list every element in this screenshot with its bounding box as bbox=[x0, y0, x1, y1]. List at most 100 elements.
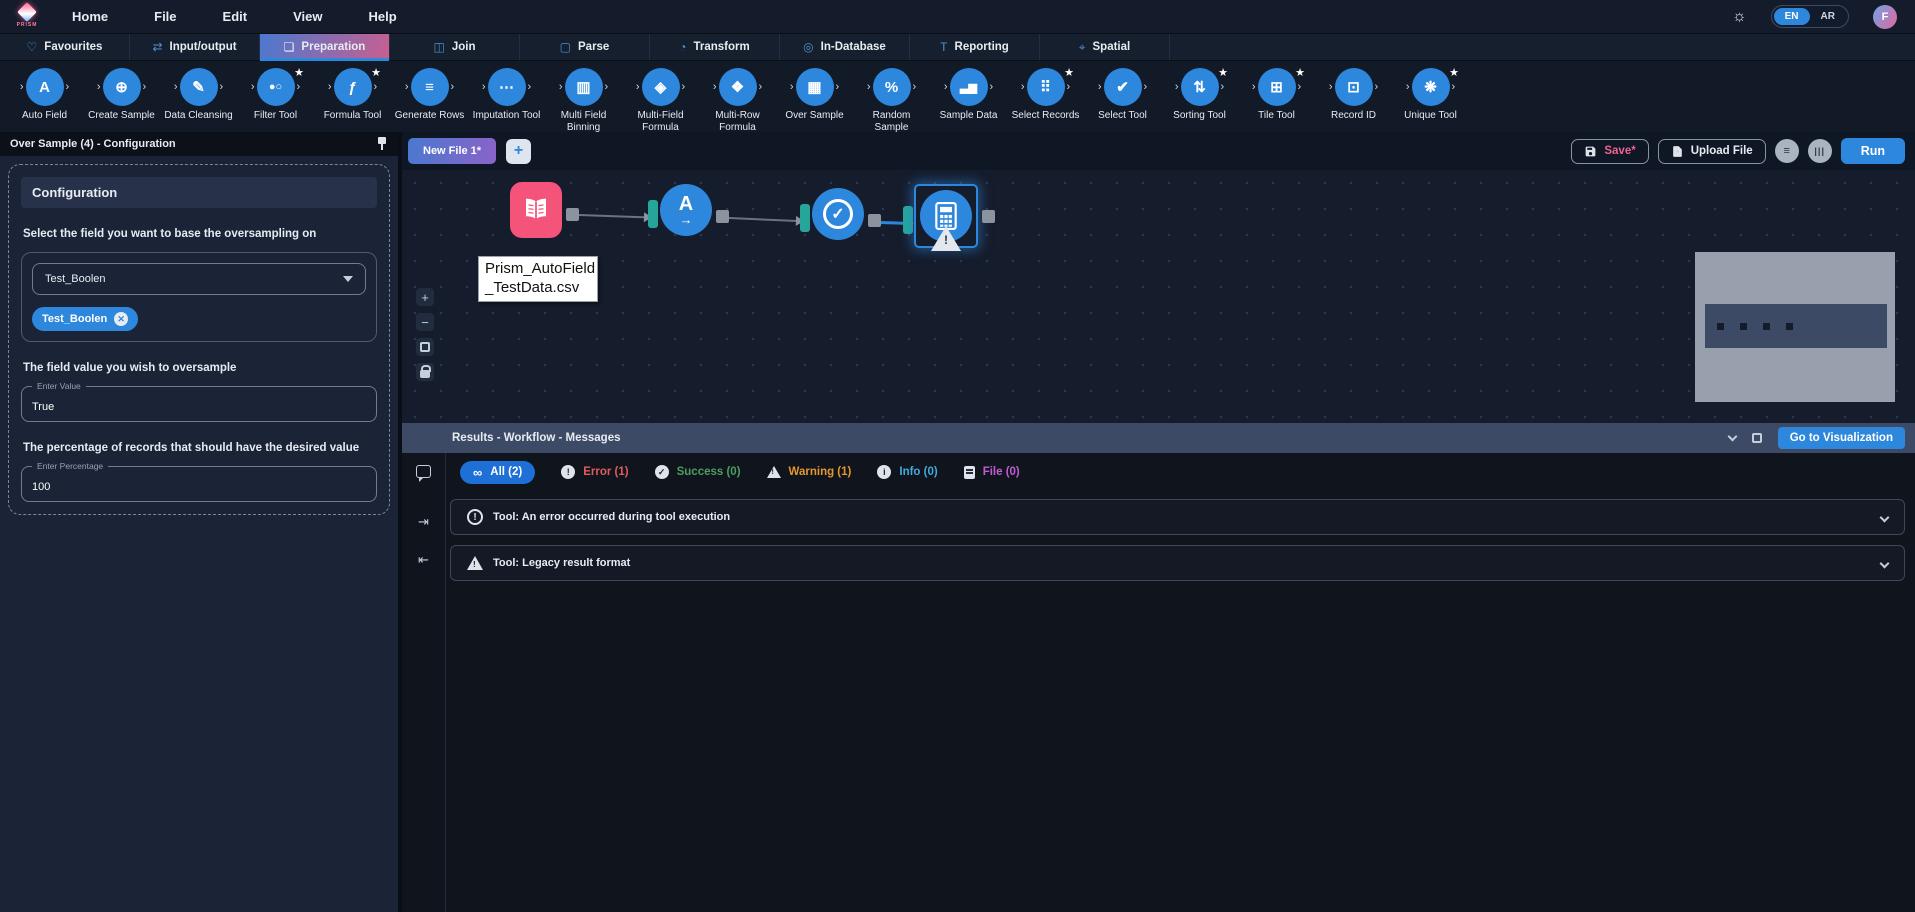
tool-tile-tool[interactable]: ›⊞›★Tile Tool bbox=[1238, 67, 1315, 122]
filter-info[interactable]: iInfo (0) bbox=[877, 465, 937, 479]
node-select-input-anchor[interactable] bbox=[800, 204, 810, 232]
align-vertical-button[interactable]: ||| bbox=[1808, 139, 1832, 163]
tool-auto-field[interactable]: ›A›Auto Field bbox=[6, 67, 83, 122]
connection-2[interactable] bbox=[729, 217, 797, 222]
fit-to-screen-button[interactable] bbox=[416, 338, 434, 356]
value-input-label: Enter Value bbox=[32, 381, 86, 391]
filter-file[interactable]: File (0) bbox=[964, 466, 1020, 479]
message-warning[interactable]: !Tool: Legacy result format bbox=[450, 545, 1905, 581]
canvas-minimap[interactable] bbox=[1695, 252, 1895, 402]
node-oversample-output-anchor[interactable] bbox=[982, 210, 995, 223]
zoom-out-button[interactable]: − bbox=[416, 313, 434, 331]
percentage-input[interactable]: Enter Percentage 100 bbox=[21, 466, 377, 502]
tool-sorting-tool[interactable]: ›⇅›★Sorting Tool bbox=[1161, 67, 1238, 122]
tool-create-sample[interactable]: ›⊕›Create Sample bbox=[83, 67, 160, 122]
favourite-star-icon: ★ bbox=[1064, 66, 1074, 79]
chevron-right-icon: › bbox=[605, 81, 609, 93]
menu-item-help[interactable]: Help bbox=[368, 9, 396, 24]
add-workflow-tab-button[interactable]: + bbox=[506, 139, 531, 164]
messages-bubble-icon[interactable] bbox=[416, 465, 431, 478]
tab-favourites[interactable]: ♡Favourites bbox=[0, 34, 130, 60]
node-oversample-input-anchor[interactable] bbox=[903, 206, 913, 234]
node-over-sample-selected[interactable]: ! bbox=[914, 184, 978, 248]
tab-reporting[interactable]: TReporting bbox=[910, 34, 1040, 60]
node-auto-field[interactable]: A → bbox=[660, 184, 712, 236]
workflow-tab[interactable]: New File 1* bbox=[408, 138, 496, 164]
tool-over-sample[interactable]: ›▦›Over Sample bbox=[776, 67, 853, 122]
tool-generate-rows[interactable]: ›≡›Generate Rows bbox=[391, 67, 468, 122]
tab-in-database[interactable]: ◎In-Database bbox=[780, 34, 910, 60]
language-toggle[interactable]: EN AR bbox=[1771, 5, 1849, 28]
menu-item-edit[interactable]: Edit bbox=[223, 9, 248, 24]
connection-1[interactable] bbox=[579, 214, 645, 218]
theme-toggle-icon[interactable]: ☼ bbox=[1732, 8, 1747, 26]
prism-logo-icon bbox=[17, 2, 37, 22]
tool-select-tool[interactable]: ›✔›Select Tool bbox=[1084, 67, 1161, 122]
filter-success[interactable]: ✓Success (0) bbox=[655, 465, 741, 479]
language-en[interactable]: EN bbox=[1774, 8, 1810, 25]
tool-sample-data[interactable]: ›▃▆›Sample Data bbox=[930, 67, 1007, 122]
tool-multi-field-binning[interactable]: ›▥›Multi Field Binning bbox=[545, 67, 622, 133]
create-sample-icon: ⊕ bbox=[103, 68, 141, 106]
zoom-in-button[interactable]: + bbox=[416, 288, 434, 306]
chevron-down-icon[interactable] bbox=[1880, 512, 1890, 522]
filter-all[interactable]: ∞All (2) bbox=[460, 461, 535, 484]
menu-item-file[interactable]: File bbox=[154, 9, 176, 24]
filter-error[interactable]: !Error (1) bbox=[561, 465, 628, 479]
tool-multi-row-formula[interactable]: ›❖›Multi-Row Formula bbox=[699, 67, 776, 133]
tab-preparation[interactable]: ❏Preparation bbox=[260, 34, 390, 60]
run-button[interactable]: Run bbox=[1841, 138, 1905, 164]
workflow-canvas[interactable]: + − Prism_AutoField _TestData.csv bbox=[402, 170, 1915, 423]
node-select-output-anchor[interactable] bbox=[868, 214, 881, 227]
menu-item-home[interactable]: Home bbox=[72, 9, 108, 24]
message-error[interactable]: !Tool: An error occurred during tool exe… bbox=[450, 499, 1905, 535]
chevron-down-icon[interactable] bbox=[1880, 558, 1890, 568]
language-ar[interactable]: AR bbox=[1810, 8, 1846, 25]
auto-field-icon: A bbox=[26, 68, 64, 106]
tool-data-cleansing[interactable]: ›✎›Data Cleansing bbox=[160, 67, 237, 122]
pin-icon[interactable] bbox=[376, 137, 388, 151]
value-input[interactable]: Enter Value True bbox=[21, 386, 377, 422]
tool-random-sample[interactable]: ›%›Random Sample bbox=[853, 67, 930, 133]
selected-field-chip[interactable]: Test_Boolen ✕ bbox=[32, 307, 138, 331]
align-horizontal-button[interactable]: ≡ bbox=[1775, 139, 1799, 163]
filter-warning[interactable]: !Warning (1) bbox=[767, 466, 852, 478]
results-panel-header[interactable]: Results - Workflow - Messages Go to Visu… bbox=[402, 423, 1915, 453]
tool-filter-tool[interactable]: ›●○›★Filter Tool bbox=[237, 67, 314, 122]
expand-results-icon[interactable] bbox=[1752, 433, 1762, 443]
tab-spatial[interactable]: ⌖Spatial bbox=[1040, 34, 1170, 60]
chip-remove-icon[interactable]: ✕ bbox=[114, 312, 128, 326]
results-header-controls: Go to Visualization bbox=[1729, 427, 1905, 449]
tool-formula-tool[interactable]: ›ƒ›★Formula Tool bbox=[314, 67, 391, 122]
tab-join[interactable]: ◫Join bbox=[390, 34, 520, 60]
tab-transform[interactable]: ◔Transform bbox=[650, 34, 780, 60]
menu-item-view[interactable]: View bbox=[293, 9, 322, 24]
tool-select-records[interactable]: ›⠿›★Select Records bbox=[1007, 67, 1084, 122]
dock-left-icon[interactable]: ⇤ bbox=[418, 552, 429, 568]
chevron-right-icon: › bbox=[528, 81, 532, 93]
node-select-tool[interactable]: ✓ bbox=[812, 188, 864, 240]
tab-parse[interactable]: ▢Parse bbox=[520, 34, 650, 60]
tool-record-id[interactable]: ›⊡›Record ID bbox=[1315, 67, 1392, 122]
node-input-file[interactable] bbox=[510, 182, 562, 238]
upload-file-button[interactable]: Upload File bbox=[1658, 139, 1766, 164]
join-icon: ◫ bbox=[434, 40, 445, 54]
tool-unique-tool[interactable]: ›❋›★Unique Tool bbox=[1392, 67, 1469, 122]
tool-multi-field-formula[interactable]: ›◈›Multi-Field Formula bbox=[622, 67, 699, 133]
node-autofield-input-anchor[interactable] bbox=[648, 200, 658, 228]
tab-input-output[interactable]: ⇄Input/output bbox=[130, 34, 260, 60]
collapse-results-icon[interactable] bbox=[1727, 432, 1737, 442]
dock-right-icon[interactable]: ⇥ bbox=[418, 514, 429, 530]
go-to-visualization-button[interactable]: Go to Visualization bbox=[1778, 427, 1905, 449]
node-autofield-output-anchor[interactable] bbox=[716, 210, 729, 223]
chevron-right-icon: › bbox=[1067, 81, 1071, 93]
lock-canvas-button[interactable] bbox=[416, 363, 434, 381]
field-select-dropdown[interactable]: Test_Boolen bbox=[32, 263, 366, 295]
save-button[interactable]: Save* bbox=[1571, 139, 1648, 164]
user-avatar[interactable]: F bbox=[1873, 5, 1897, 29]
check-circle-icon: ✓ bbox=[823, 199, 853, 229]
tool-imputation-tool[interactable]: ›⋯›Imputation Tool bbox=[468, 67, 545, 122]
error-circle-icon: ! bbox=[467, 509, 483, 525]
minimap-viewport[interactable] bbox=[1705, 304, 1887, 348]
node-input-output-anchor[interactable] bbox=[566, 208, 579, 221]
